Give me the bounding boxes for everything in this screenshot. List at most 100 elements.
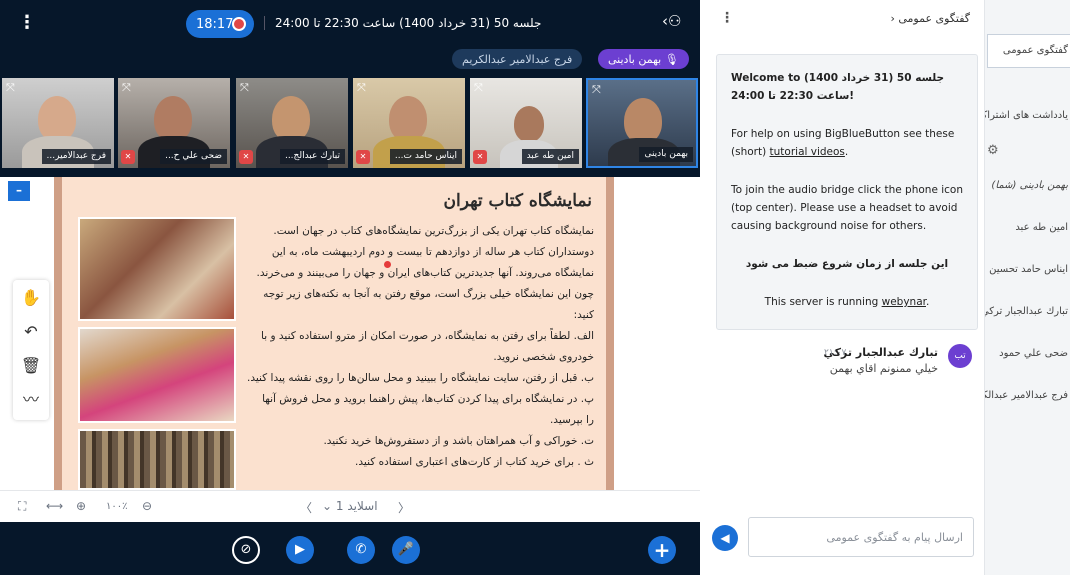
expand-icon[interactable]: ⤧ (357, 81, 366, 95)
top-bar: ⋮ 18:17 جلسه 50 (31 خرداد 1400) ساعت 22:… (0, 0, 700, 46)
plus-icon[interactable]: + (648, 536, 676, 564)
slide-line: را بپرسید. (549, 414, 594, 426)
chat-title[interactable]: گفتگوی عمومی ‹ (890, 12, 970, 25)
sidebar-item-shared-notes[interactable]: یادداشت های اشتراکی (985, 110, 1068, 121)
fit-width-icon[interactable]: ⟷ (46, 499, 63, 513)
microphone-icon[interactable]: 🎤 (392, 536, 420, 564)
slide-select-label: اسلاید 1 (335, 499, 378, 513)
slide-photo-bookstore (78, 217, 236, 321)
timer-text: 18:17 (196, 16, 234, 32)
expand-icon[interactable]: ⤧ (592, 83, 601, 97)
sidebar-item-public-chat[interactable]: گفتگوی عمومی (987, 34, 1070, 68)
chart-icon[interactable]: 〰 (13, 384, 49, 416)
camera-icon[interactable]: ▶ (286, 536, 314, 564)
video-tile[interactable]: ⤧ ✕ تبارك عبدالج... (236, 78, 348, 168)
video-tile[interactable]: ⤧ بهمن بادینی (586, 78, 698, 168)
slide-line: چون این نمایشگاه خیلی بزرگ است، موقع رفت… (263, 288, 594, 300)
video-tile[interactable]: ⤧ ✕ ضحى علي ح... (118, 78, 230, 168)
main-presentation-area: ⋮ 18:17 جلسه 50 (31 خرداد 1400) ساعت 22:… (0, 0, 700, 575)
previous-slide-icon[interactable]: 〈 (300, 499, 312, 516)
webcam-strip: ⤧ بهمن بادینی ⤧ ✕ امين طه عبد ⤧ ✕ ايناس … (0, 78, 700, 170)
avatar: تب (948, 344, 972, 368)
talker-badge[interactable]: 🎙 بهمن بادینی (598, 49, 689, 69)
slide-line: نمایشگاه می‌روند. آنها جدیدترین کتاب‌های… (256, 267, 594, 279)
chat-panel: ⋮ گفتگوی عمومی ‹ Welcome to جلسه 50 (31 … (700, 0, 985, 575)
trash-icon[interactable]: 🗑 (13, 350, 49, 382)
divider (264, 16, 265, 30)
video-name: تبارك عبدالج... (279, 149, 345, 164)
video-name: فرج عبدالامير... (41, 149, 111, 164)
talker-name: فرج عبدالامير عبدالكريم (462, 52, 573, 66)
talking-indicators: 🎙 بهمن بادینی فرج عبدالامير عبدالكريم (0, 46, 700, 72)
slide-body-text: نمایشگاه کتاب تهران یکی از بزرگ‌ترین نما… (242, 221, 594, 473)
user-list-item[interactable]: ضحى علي حمود (999, 348, 1068, 359)
mic-muted-icon: ✕ (473, 150, 487, 164)
recording-notice: این جلسه از زمان شروع ضبط می شود (745, 258, 949, 270)
talker-badge[interactable]: فرج عبدالامير عبدالكريم (452, 49, 583, 69)
undo-icon[interactable]: ↶ (13, 316, 49, 348)
mic-muted-icon: ✕ (356, 150, 370, 164)
slide-line: ب. قبل از رفتن، سایت نمایشگاه را ببینید … (247, 372, 594, 384)
welcome-message: Welcome to جلسه 50 (31 خرداد 1400) ساعت … (716, 54, 978, 330)
next-slide-icon[interactable]: 〉 (398, 499, 410, 516)
chevron-down-icon: ⌄ (322, 499, 333, 513)
expand-icon[interactable]: ⤧ (122, 81, 131, 95)
slide-line: پ. در نمایشگاه برای پیدا کردن کتاب‌ها، پ… (262, 393, 594, 405)
welcome-server-end: . (925, 296, 930, 308)
microphone-icon: 🎙 (661, 52, 679, 66)
user-list-item[interactable]: بهمن بادینی (شما) (991, 180, 1068, 191)
recording-timer[interactable]: 18:17 (186, 10, 254, 38)
presentation-slide-area: – نمایشگاه کتاب تهران نمایشگاه کتاب تهرا… (0, 177, 700, 490)
video-name: ضحى علي ح... (160, 149, 227, 164)
user-list-item[interactable]: فرج عبدالامير عبدالكريم (985, 390, 1068, 401)
meeting-title: جلسه 50 (31 خرداد 1400) ساعت 22:30 تا 24… (275, 16, 542, 30)
welcome-server: This server is running webynar. (731, 293, 963, 311)
laser-pointer (384, 261, 391, 268)
slide-line: دوستداران کتاب هر ساله از دوازدهم تا بیس… (271, 246, 594, 258)
vertical-dots-icon[interactable]: ⋮ (18, 12, 36, 33)
user-list-item[interactable]: ايناس حامد تحسين (989, 264, 1068, 275)
mic-muted-icon: ✕ (239, 150, 253, 164)
user-list-item[interactable]: امين طه عبد (1015, 222, 1068, 233)
expand-icon[interactable]: ⤧ (240, 81, 249, 95)
slide-line: ت. خوراکی و آب همراهتان باشد و از دستفرو… (323, 435, 594, 447)
welcome-audio-text: To join the audio bridge click the phone… (731, 184, 964, 232)
welcome-help: For help on using BigBlueButton see thes… (731, 125, 963, 161)
video-name: ايناس حامد ت... (389, 149, 462, 164)
phone-icon[interactable]: ✆ (347, 536, 375, 564)
slide-line: کنید: (573, 309, 594, 321)
tutorial-link[interactable]: tutorial videos (770, 146, 845, 158)
slide-line: نمایشگاه کتاب تهران یکی از بزرگ‌ترین نما… (273, 225, 594, 237)
minimize-presentation-button[interactable]: – (8, 181, 30, 201)
gear-icon[interactable]: ⚙ (987, 143, 999, 158)
chat-options-icon[interactable]: ⋮ (720, 10, 734, 26)
talker-name: بهمن بادینی (608, 52, 662, 66)
slide-select[interactable]: اسلاید 1 ⌄ (322, 499, 378, 513)
record-icon (232, 17, 246, 31)
video-tile[interactable]: ⤧ ✕ ايناس حامد ت... (353, 78, 465, 168)
welcome-help-end: . (844, 146, 849, 158)
message-text: خيلي ممنونم اقاي بهمن (829, 362, 938, 375)
slide-title: نمایشگاه کتاب تهران (443, 191, 592, 211)
hand-icon[interactable]: ✋ (13, 282, 49, 314)
expand-icon[interactable]: ⤧ (6, 81, 15, 95)
slide-photo-exhibition-hall (78, 429, 236, 490)
slide-photo-children-reading (78, 327, 236, 423)
chat-message-input[interactable] (748, 517, 974, 557)
fit-screen-icon[interactable]: ⛶ (18, 499, 26, 514)
presentation-slide[interactable]: نمایشگاه کتاب تهران نمایشگاه کتاب تهران … (54, 177, 614, 490)
zoom-in-icon[interactable]: ⊕ (76, 499, 86, 513)
expand-icon[interactable]: ⤧ (474, 81, 483, 95)
server-link[interactable]: webynar (882, 296, 926, 308)
screen-share-off-icon[interactable]: ⊘ (232, 536, 260, 564)
video-name: بهمن بادینی (639, 147, 693, 162)
send-icon[interactable]: ◀ (712, 525, 738, 551)
users-icon[interactable]: ‹⚇ (662, 12, 681, 30)
zoom-out-icon[interactable]: ⊖ (142, 499, 152, 513)
user-list-item[interactable]: تبارك عبدالجبار تركي (985, 306, 1068, 317)
slide-page: نمایشگاه کتاب تهران نمایشگاه کتاب تهران … (62, 177, 606, 490)
zoom-level: ۱۰۰٪ (106, 501, 128, 512)
video-tile[interactable]: ⤧ ✕ امين طه عبد (470, 78, 582, 168)
video-tile[interactable]: ⤧ فرج عبدالامير... (2, 78, 114, 168)
mic-muted-icon: ✕ (121, 150, 135, 164)
